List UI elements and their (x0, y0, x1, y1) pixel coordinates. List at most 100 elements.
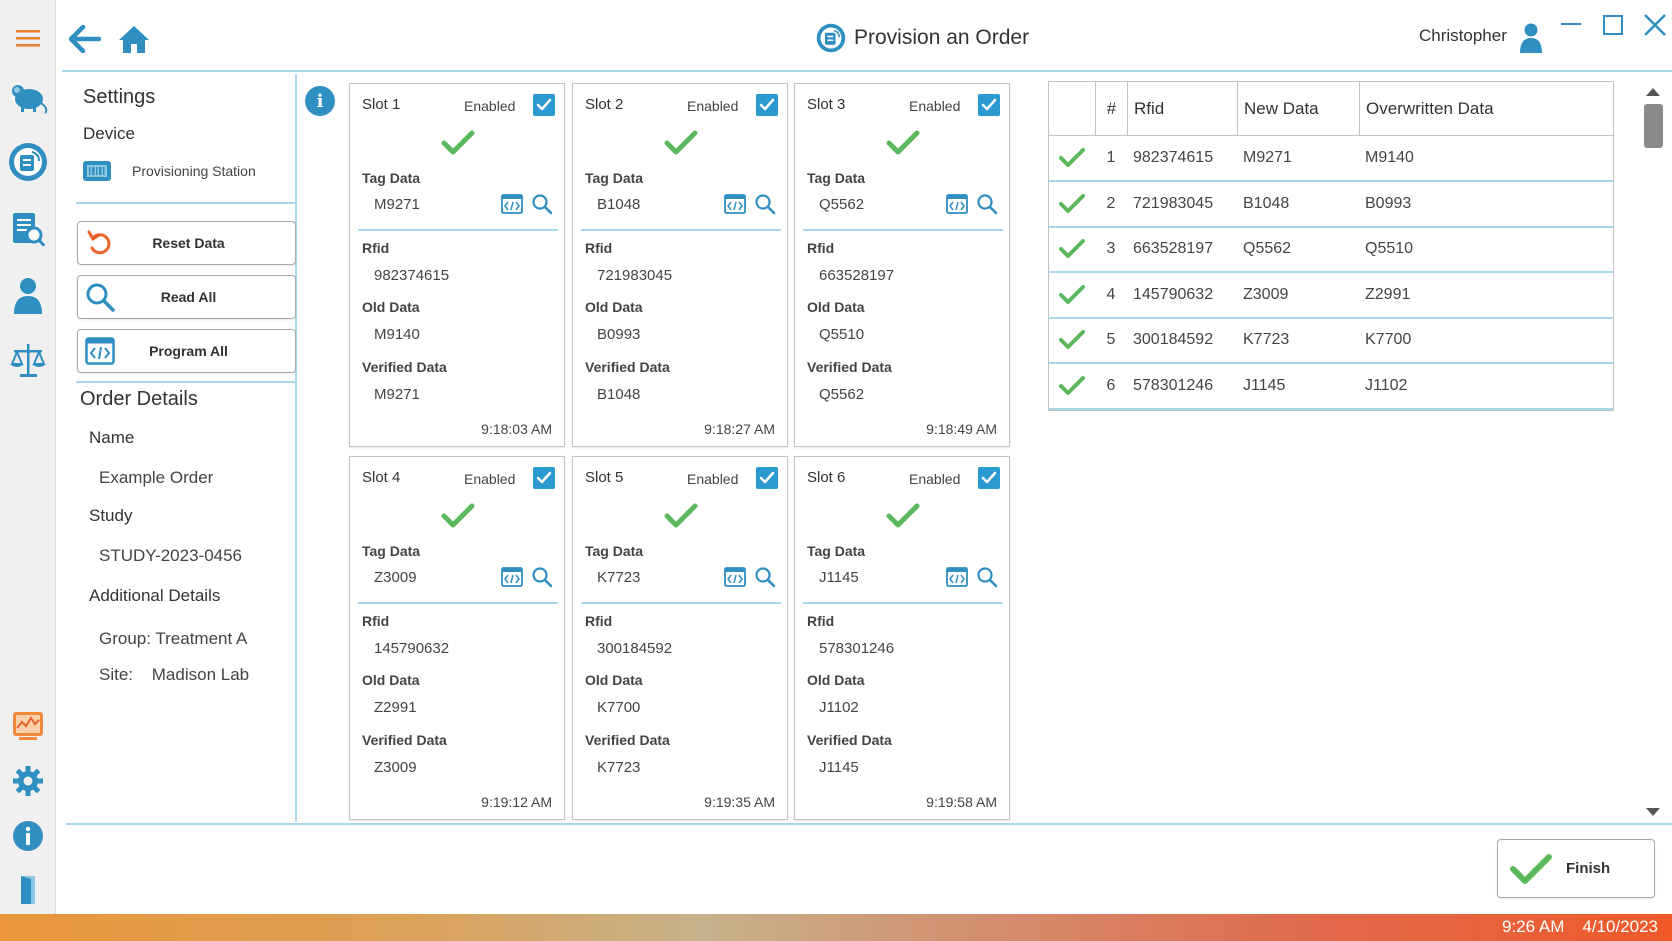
program-all-button[interactable]: Program All (77, 329, 296, 373)
close-icon[interactable] (1638, 8, 1672, 42)
gear-icon[interactable] (0, 757, 56, 805)
old-data-value: B0993 (597, 326, 641, 343)
search-icon[interactable] (531, 566, 553, 588)
table-row[interactable]: 1 982374615 M9271 M9140 (1049, 136, 1613, 182)
old-data-value: J1102 (819, 699, 859, 716)
slot-timestamp: 9:19:35 AM (704, 794, 775, 810)
info-icon[interactable]: i (305, 86, 335, 116)
additional-details-label: Additional Details (89, 586, 221, 605)
report-chart-icon[interactable] (0, 702, 56, 750)
slot-card: Slot 1 Enabled Tag Data M9271 Rfid 982374615 O… (349, 83, 565, 447)
menu-icon[interactable] (0, 14, 56, 62)
table-row[interactable]: 3 663528197 Q5562 Q5510 (1049, 227, 1613, 273)
slot-name: Slot 6 (807, 469, 846, 486)
success-checkmark-icon (886, 503, 920, 534)
tag-data-value: J1145 (819, 569, 859, 586)
row-rfid: 300184592 (1133, 331, 1214, 348)
old-data-label: Old Data (585, 672, 643, 688)
enabled-checkbox[interactable] (533, 467, 555, 489)
search-icon[interactable] (531, 193, 553, 215)
slot-timestamp: 9:18:49 AM (926, 421, 997, 437)
site-detail: Site: Madison Lab (99, 665, 249, 685)
row-new-data: M9271 (1243, 149, 1292, 166)
back-arrow-icon[interactable] (66, 20, 106, 58)
verified-data-value: Q5562 (819, 386, 865, 403)
info-icon[interactable] (0, 812, 56, 860)
rfid-value: 578301246 (819, 640, 895, 657)
slot-name: Slot 2 (585, 96, 624, 113)
table-row[interactable]: 4 145790632 Z3009 Z2991 (1049, 273, 1613, 319)
row-overwritten-data: Z2991 (1365, 285, 1411, 303)
enabled-checkbox[interactable] (756, 467, 778, 489)
page-title-text: Provision an Order (854, 26, 1030, 49)
document-search-icon[interactable] (0, 206, 56, 254)
read-all-button[interactable]: Read All (77, 275, 296, 319)
old-data-label: Old Data (362, 299, 420, 315)
enabled-label: Enabled (687, 98, 739, 114)
exit-door-icon[interactable] (0, 866, 56, 914)
search-icon[interactable] (754, 566, 776, 588)
study-label: Study (89, 506, 133, 525)
row-checkmark-icon (1059, 227, 1085, 271)
scroll-up-arrow-icon[interactable] (1645, 84, 1661, 102)
minimize-icon[interactable] (1556, 12, 1586, 36)
rfid-value: 145790632 (374, 640, 450, 657)
study-value: STUDY-2023-0456 (99, 546, 243, 565)
enabled-checkbox[interactable] (978, 467, 1000, 489)
user-name: Christopher (1419, 26, 1507, 45)
old-data-label: Old Data (807, 299, 865, 315)
program-code-icon[interactable] (946, 567, 968, 587)
header-bar: Provision an Order Christopher (56, 0, 1672, 72)
program-code-icon[interactable] (501, 567, 523, 587)
verified-data-label: Verified Data (585, 359, 670, 375)
rfid-value: 721983045 (597, 267, 673, 284)
tag-actions (724, 193, 776, 215)
search-icon[interactable] (976, 566, 998, 588)
search-icon (78, 282, 122, 312)
row-overwritten-data: J1102 (1365, 376, 1408, 394)
row-number: 4 (1106, 285, 1116, 303)
enabled-checkbox[interactable] (533, 94, 555, 116)
program-code-icon[interactable] (946, 194, 968, 214)
maximize-icon[interactable] (1596, 10, 1630, 40)
scrollbar-thumb[interactable] (1644, 104, 1663, 148)
verified-data-value: B1048 (597, 386, 641, 403)
rfid-label: Rfid (362, 613, 390, 629)
tag-actions (724, 566, 776, 588)
table-row[interactable]: 6 578301246 J1145 J1102 (1049, 364, 1613, 410)
provision-icon[interactable] (0, 138, 56, 186)
verified-data-value: K7723 (597, 759, 641, 776)
slot-divider (358, 602, 558, 604)
column-header-overwritten-data: Overwritten Data (1359, 82, 1613, 136)
user-avatar-icon[interactable] (1516, 20, 1546, 56)
table-row[interactable]: 2 721983045 B1048 B0993 (1049, 182, 1613, 228)
program-code-icon[interactable] (724, 194, 746, 214)
tag-actions (946, 566, 998, 588)
scale-icon[interactable] (0, 336, 56, 384)
finish-button[interactable]: Finish (1497, 839, 1655, 898)
tag-data-label: Tag Data (362, 543, 421, 559)
settings-title: Settings (83, 86, 156, 108)
tag-actions (501, 193, 553, 215)
program-code-icon[interactable] (724, 567, 746, 587)
reset-data-button[interactable]: Reset Data (77, 221, 296, 265)
column-header-rfid: Rfid (1127, 82, 1237, 136)
footer-divider (66, 823, 1672, 825)
program-code-icon[interactable] (501, 194, 523, 214)
home-icon[interactable] (114, 20, 154, 58)
scroll-down-arrow-icon[interactable] (1645, 804, 1661, 822)
search-icon[interactable] (754, 193, 776, 215)
table-row[interactable]: 5 300184592 K7723 K7700 (1049, 318, 1613, 364)
row-checkmark-icon (1059, 182, 1085, 226)
old-data-value: Q5510 (819, 326, 865, 343)
taskbar-date: 4/10/2023 (1582, 917, 1658, 936)
reset-data-label: Reset Data (152, 235, 225, 251)
finish-label: Finish (1566, 860, 1611, 877)
mouse-animal-icon[interactable] (0, 74, 56, 122)
row-new-data: B1048 (1243, 194, 1290, 212)
search-icon[interactable] (976, 193, 998, 215)
person-icon[interactable] (0, 272, 56, 320)
enabled-checkbox[interactable] (756, 94, 778, 116)
enabled-checkbox[interactable] (978, 94, 1000, 116)
settings-divider (76, 202, 295, 204)
